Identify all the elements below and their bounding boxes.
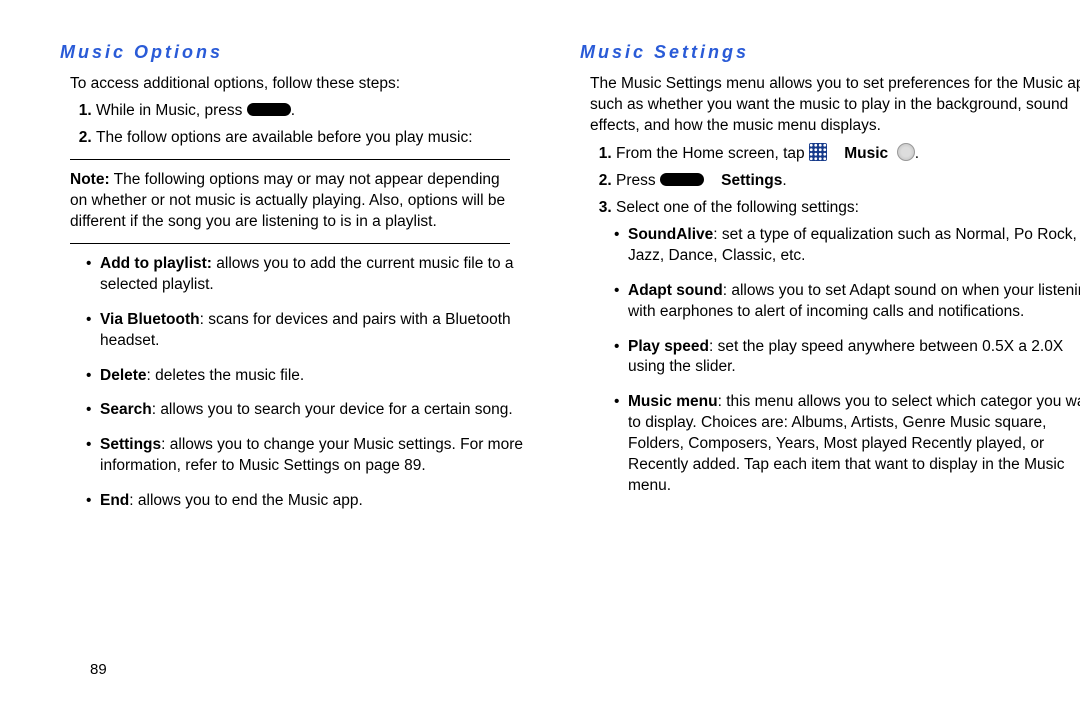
opt-label: Via Bluetooth	[100, 311, 200, 328]
step-1-text-b: .	[291, 102, 295, 119]
opt-label: Settings	[100, 436, 161, 453]
step-2-text-a: Press	[616, 172, 660, 189]
settings-list: SoundAlive: set a type of equalization s…	[614, 225, 1080, 497]
note-body: The following options may or may not app…	[70, 171, 505, 230]
opt-search: Search: allows you to search your device…	[86, 400, 540, 421]
opt-end: End: allows you to end the Music app.	[86, 491, 540, 512]
set-adapt-sound: Adapt sound: allows you to set Adapt sou…	[614, 281, 1080, 323]
page-number: 89	[90, 660, 107, 680]
opt-text: : deletes the music file.	[147, 367, 305, 384]
section-title-settings: Music Settings	[580, 40, 1080, 64]
options-list: Add to playlist: allows you to add the c…	[86, 254, 540, 512]
options-intro: To access additional options, follow the…	[70, 74, 540, 95]
step-2: Press Settings.	[616, 171, 1080, 192]
set-label: SoundAlive	[628, 226, 713, 243]
section-title-options: Music Options	[60, 40, 540, 64]
opt-delete: Delete: deletes the music file.	[86, 366, 540, 387]
opt-add-to-playlist: Add to playlist: allows you to add the c…	[86, 254, 540, 296]
step-1-text-d: .	[915, 145, 919, 162]
set-music-menu: Music menu: this menu allows you to sele…	[614, 392, 1080, 497]
set-label: Adapt sound	[628, 282, 723, 299]
right-column: Music Settings The Music Settings menu a…	[580, 40, 1080, 526]
opt-label: Search	[100, 401, 152, 418]
opt-settings: Settings: allows you to change your Musi…	[86, 435, 540, 477]
set-soundalive: SoundAlive: set a type of equalization s…	[614, 225, 1080, 267]
options-steps: While in Music, press . The follow optio…	[70, 101, 540, 149]
set-label: Music menu	[628, 393, 718, 410]
music-label: Music	[844, 145, 888, 162]
opt-label: Delete	[100, 367, 147, 384]
step-3: Select one of the following settings:	[616, 198, 1080, 219]
settings-label: Settings	[721, 172, 782, 189]
step-1: While in Music, press .	[96, 101, 540, 122]
step-2-text-b: .	[782, 172, 786, 189]
settings-steps: From the Home screen, tap Music . Press …	[590, 143, 1080, 219]
step-2: The follow options are available before …	[96, 128, 540, 149]
opt-text: : allows you to change your Music settin…	[100, 436, 523, 474]
note-label: Note:	[70, 171, 110, 188]
opt-via-bluetooth: Via Bluetooth: scans for devices and pai…	[86, 310, 540, 352]
menu-key-icon	[660, 173, 704, 186]
apps-grid-icon	[809, 143, 827, 161]
music-disc-icon	[897, 143, 915, 161]
step-1-text-a: From the Home screen, tap	[616, 145, 809, 162]
opt-text: : allows you to search your device for a…	[152, 401, 513, 418]
step-1-text-a: While in Music, press	[96, 102, 247, 119]
divider-top	[70, 159, 510, 160]
note-block: Note: The following options may or may n…	[70, 170, 510, 233]
set-play-speed: Play speed: set the play speed anywhere …	[614, 337, 1080, 379]
opt-label: Add to playlist:	[100, 255, 212, 272]
divider-bottom	[70, 243, 510, 244]
set-label: Play speed	[628, 338, 709, 355]
opt-text: : allows you to end the Music app.	[129, 492, 363, 509]
settings-intro: The Music Settings menu allows you to se…	[590, 74, 1080, 137]
step-1: From the Home screen, tap Music .	[616, 143, 1080, 165]
menu-key-icon	[247, 103, 291, 116]
opt-label: End	[100, 492, 129, 509]
left-column: Music Options To access additional optio…	[60, 40, 540, 526]
